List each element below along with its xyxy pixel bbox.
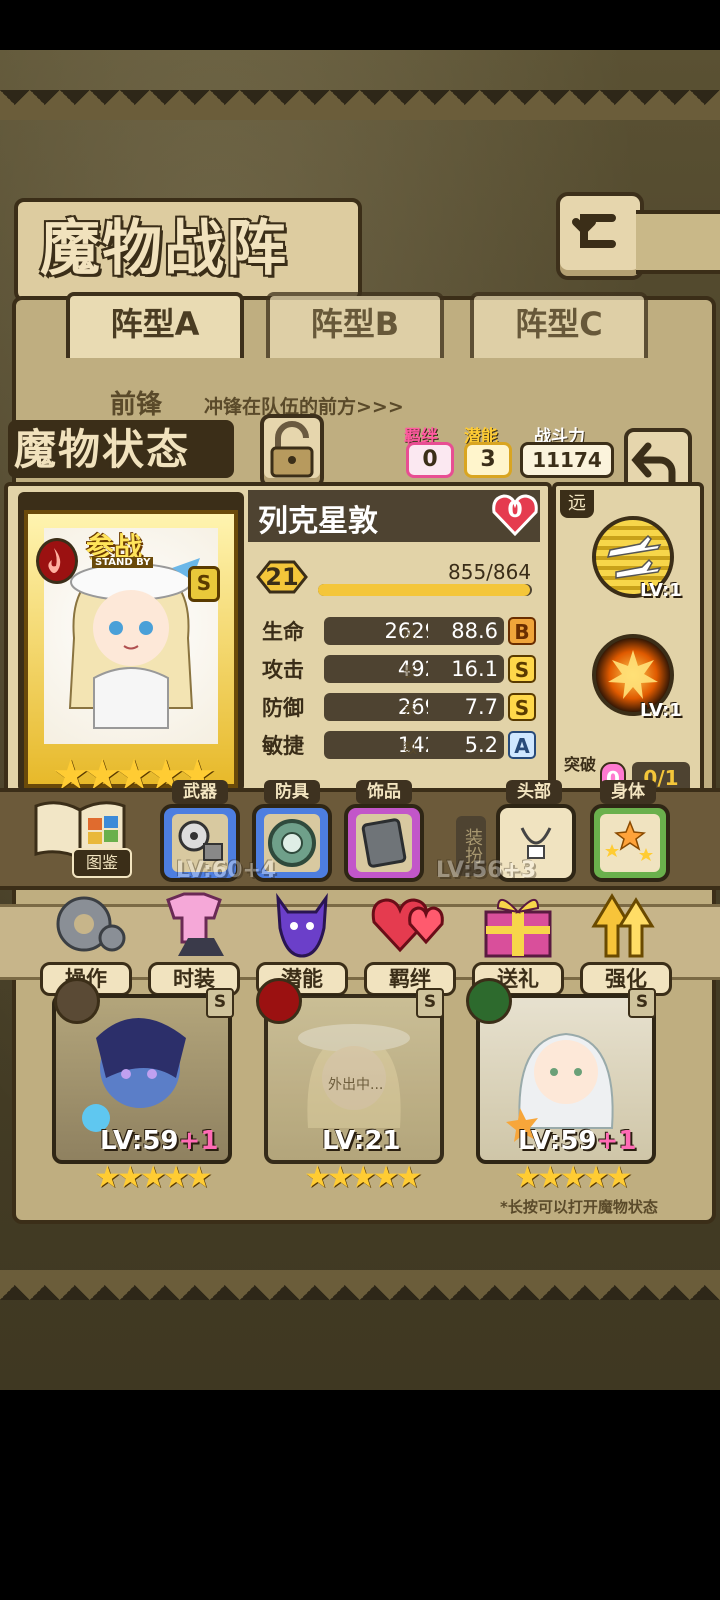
top-border [0, 90, 720, 120]
body-label: 身体 [600, 780, 656, 804]
out-status: 外出中... [328, 1077, 384, 1093]
action-bond[interactable]: 羁绊 [364, 886, 456, 996]
demon-icon [276, 892, 328, 958]
team-1-level: LV:59+1 [100, 1126, 219, 1156]
game-stage: 魔物战阵 阵型A 阵型B 阵型C 前锋 冲锋在队伍的前方>>> 魔物状态 羁绊 … [0, 50, 720, 1390]
team-3-rank: S [628, 988, 656, 1018]
team-3-level: LV:59+1 [518, 1126, 637, 1156]
grade-badge-agility: A [508, 731, 536, 759]
tablet-icon [356, 814, 412, 872]
dress-icon [166, 892, 224, 956]
team-2-fire-icon [256, 978, 302, 1024]
bg-level-1: LV:60+4 [176, 858, 277, 883]
stand-by-sub: STAND BY [92, 557, 154, 568]
potential-count: 3 [464, 442, 512, 478]
growth-value-agility: 5.2 [428, 731, 504, 759]
grade-badge-attack: S [508, 655, 536, 683]
exp-fill [318, 584, 530, 596]
unlock-icon [270, 421, 314, 478]
monster-name: 列克星敦 [258, 504, 378, 539]
range-badge: 远 [560, 490, 594, 518]
stars-icon [600, 814, 660, 872]
level-badge: 21 [256, 560, 308, 594]
exp-text: 855/864 [448, 560, 532, 584]
team-1-element-icon [54, 978, 100, 1024]
exp-bar [318, 584, 532, 596]
return-arrow-icon [572, 214, 616, 248]
rank-badge: S [188, 566, 220, 602]
team-3-leaf-icon [466, 978, 512, 1024]
bond-count: 0 [406, 442, 454, 478]
hearts-icon [371, 898, 444, 953]
weapon-label: 武器 [172, 780, 228, 804]
team-3-stars: ★★★★★ [514, 1160, 633, 1195]
stat-name-attack: 攻击 [262, 658, 304, 682]
stat-name-agility: 敏捷 [262, 734, 304, 758]
team-1-rank: S [206, 988, 234, 1018]
accessory-label: 饰品 [356, 780, 412, 804]
power-value: 11174 [520, 442, 614, 478]
growth-label: 成 长 系 数 [402, 616, 418, 768]
head-label: 头部 [506, 780, 562, 804]
action-enhance[interactable]: 强化 [580, 886, 672, 996]
body-slot[interactable] [590, 804, 670, 882]
level-value: 21 [265, 563, 299, 591]
tab-formation-a[interactable]: 阵型A [66, 292, 244, 358]
status-title: 魔物状态 [14, 425, 191, 474]
tab-formation-c[interactable]: 阵型C [470, 292, 648, 358]
codex-label: 图鉴 [72, 848, 132, 878]
heart-badge: 0 [490, 490, 540, 538]
growth-value-hp: 88.6 [428, 617, 504, 645]
header-strip [636, 210, 720, 274]
stats-list: 生命 2629 攻击 492 防御 269 敏捷 142 [262, 616, 446, 760]
team-2-rank: S [416, 988, 444, 1018]
accessory-slot[interactable] [344, 804, 424, 882]
action-costume[interactable]: 时装 [148, 886, 240, 996]
page-title: 魔物战阵 [40, 214, 288, 284]
grade-badge-hp: B [508, 617, 536, 645]
stat-name-hp: 生命 [262, 620, 304, 644]
growth-value-attack: 16.1 [428, 655, 504, 683]
gear-icon [56, 896, 126, 952]
heart-count: 0 [507, 498, 523, 523]
bg-level-2: LV:56+3 [436, 858, 537, 883]
armor-label: 防具 [264, 780, 320, 804]
codex-button[interactable]: 图鉴 [28, 792, 132, 878]
team-2-stars: ★★★★★ [304, 1160, 423, 1195]
gift-icon [484, 899, 552, 958]
breakthrough-label: 突破 [563, 755, 596, 774]
growth-value-defense: 7.7 [428, 693, 504, 721]
tab-formation-b[interactable]: 阵型B [266, 292, 444, 358]
fire-element-icon [36, 538, 78, 584]
bottom-border [0, 1270, 720, 1300]
skill-2-level: LV:1 [640, 700, 682, 721]
team-2-level: LV:21 [322, 1126, 401, 1156]
skill-1-level: LV:1 [640, 580, 682, 601]
back-button[interactable] [556, 192, 644, 280]
upgrade-arrows-icon [591, 893, 655, 958]
footer-hint: *长按可以打开魔物状态 [500, 1198, 658, 1216]
stat-name-defense: 防御 [262, 696, 304, 720]
action-enhance-label: 强化 [580, 962, 672, 996]
lock-button[interactable] [260, 414, 324, 488]
grade-badge-defense: S [508, 693, 536, 721]
growth-char: 成 [403, 627, 417, 643]
growth-char: 数 [403, 741, 417, 757]
team-1-stars: ★★★★★ [94, 1160, 213, 1195]
growth-list: 88.6 B 16.1 S 7.7 S 5.2 A [428, 616, 536, 760]
growth-char: 长 [403, 665, 417, 681]
growth-char: 系 [403, 703, 417, 719]
